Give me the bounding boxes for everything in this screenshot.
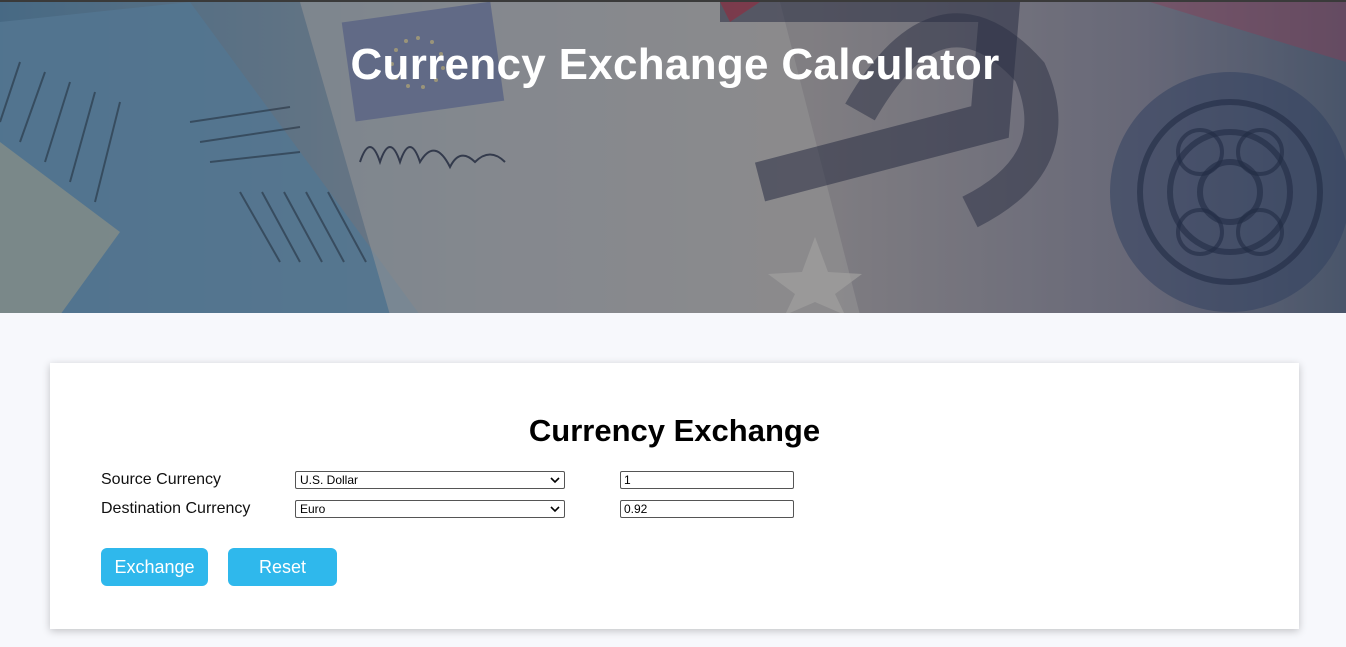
destination-currency-select[interactable]: Euro (295, 500, 565, 518)
source-currency-select[interactable]: U.S. Dollar (295, 471, 565, 489)
reset-button[interactable]: Reset (228, 548, 337, 586)
exchange-button[interactable]: Exchange (101, 548, 208, 586)
page-title: Currency Exchange Calculator (350, 40, 1000, 89)
chevron-down-icon (550, 477, 560, 484)
destination-currency-label: Destination Currency (101, 500, 251, 517)
source-currency-label: Source Currency (101, 471, 222, 488)
exchange-card: Currency Exchange Source Currency U.S. D… (50, 363, 1299, 629)
destination-currency-value: Euro (300, 502, 326, 516)
destination-amount-input[interactable]: 0.92 (620, 500, 794, 518)
hero-banner: Currency Exchange Calculator (0, 0, 1346, 313)
card-title: Currency Exchange (528, 413, 821, 448)
source-currency-value: U.S. Dollar (300, 473, 359, 487)
source-amount-input[interactable]: 1 (620, 471, 794, 489)
chevron-down-icon (550, 506, 560, 513)
